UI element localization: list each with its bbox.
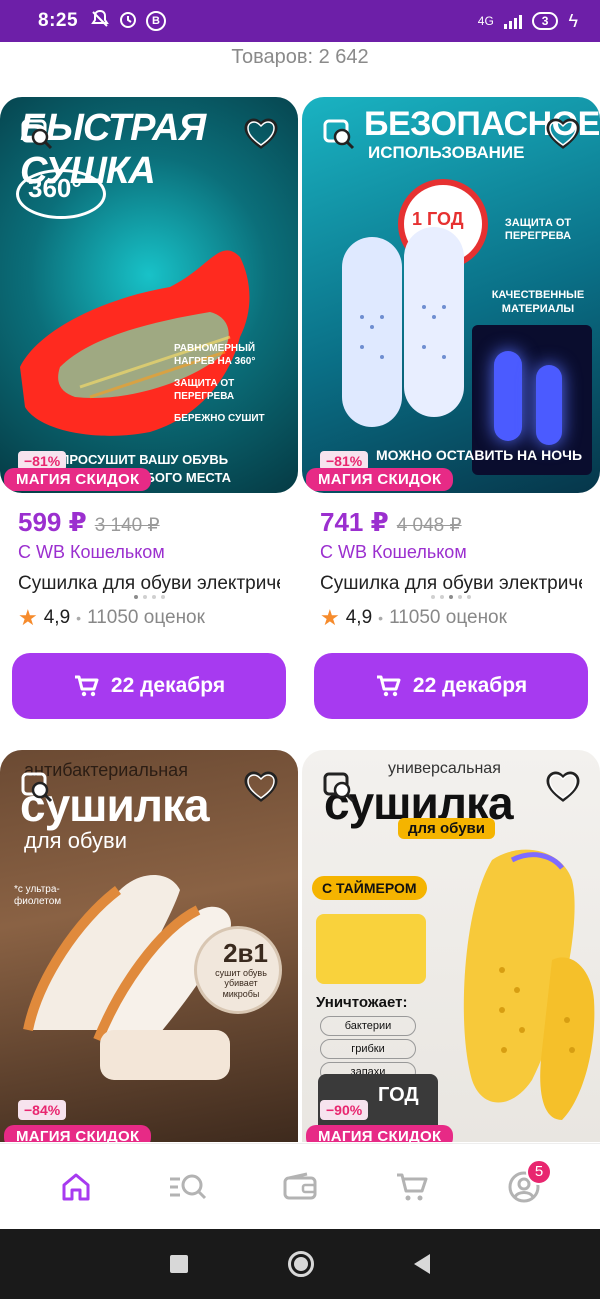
add-to-cart-button[interactable]: 22 декабря (12, 653, 286, 719)
delivery-date: 22 декабря (412, 674, 528, 697)
nav-catalog[interactable] (158, 1157, 218, 1217)
product-name[interactable]: Сушилка для обуви электрическая (302, 573, 582, 595)
reviews-count: 11050 оценок (389, 607, 507, 628)
image-search-icon (323, 772, 355, 803)
system-navigation-bar (0, 1229, 600, 1299)
back-button[interactable] (414, 1254, 430, 1274)
image-kills-label: Уничтожает: (316, 994, 408, 1011)
recents-button[interactable] (170, 1255, 188, 1273)
image-pagination (302, 595, 600, 599)
home-icon (62, 1173, 90, 1200)
nav-home[interactable] (46, 1157, 106, 1217)
nav-profile[interactable]: 5 (494, 1157, 554, 1217)
image-subheadline: ИСПОЛЬЗОВАНИЕ (368, 143, 525, 162)
promo-badge: МАГИЯ СКИДОК (306, 1125, 454, 1142)
discount-badge: −84% (18, 1100, 67, 1120)
promo-badge: МАГИЯ СКИДОК (306, 468, 454, 491)
notification-badge: 5 (526, 1158, 552, 1185)
product-image[interactable]: универсальная сушилка для обуви С ТАЙМЕР… (302, 750, 600, 1142)
favorite-button[interactable] (544, 768, 582, 806)
image-feature: ЗАЩИТА ОТ ПЕРЕГРЕВА (504, 217, 572, 243)
status-time: 8:25 (38, 10, 79, 31)
price: 599 ₽ (18, 507, 87, 537)
nav-cart[interactable] (382, 1157, 442, 1217)
charging-icon: ϟ (568, 10, 578, 31)
product-image[interactable]: антибактериальная сушилка для обуви *с у… (0, 750, 298, 1142)
image-search-icon (21, 772, 53, 803)
app-b-icon: B (146, 11, 167, 31)
rating-value: 4,9 (345, 607, 373, 628)
image-search-icon (21, 119, 53, 150)
discount-badge: −90% (320, 1100, 369, 1120)
bottom-navigation: 5 (0, 1143, 600, 1229)
rating-row: ★ 4,9 • 11050 оценок (320, 605, 507, 630)
heart-icon (546, 118, 580, 149)
image-kill-item: бактерии (320, 1016, 416, 1037)
wallet-label: С WB Кошельком (320, 542, 467, 562)
rating-value: 4,9 (43, 607, 71, 628)
image-feature: КАЧЕСТВЕННЫЕ МАТЕРИАЛЫ (491, 289, 585, 315)
favorite-button[interactable] (242, 115, 280, 153)
product-count: Товаров: 2 642 (231, 46, 369, 68)
image-year: ГОД (378, 1084, 419, 1106)
delivery-date: 22 декабря (110, 674, 226, 697)
product-card[interactable]: БЫСТРАЯ СУШКА 360° РАВНОМЕРНЫЙ НАГРЕВ НА… (0, 97, 298, 719)
image-caption: ПРОСУШИТ ВАШУ ОБУВЬ (60, 452, 229, 467)
heart-icon (244, 771, 278, 802)
heart-icon (244, 118, 278, 149)
image-caption: МОЖНО ОСТАВИТЬ НА НОЧЬ (376, 447, 583, 463)
product-image[interactable]: БЕЗОПАСНОЕ ИСПОЛЬЗОВАНИЕ 1 ГОД ЗАЩИТА ОТ… (302, 97, 600, 493)
battery-icon: 3 (531, 12, 559, 30)
image-badge-text: сушит обувь убивает микробы (215, 968, 267, 999)
image-kill-item: грибки (320, 1039, 416, 1060)
image-search-icon (323, 119, 355, 150)
bell-off-icon (90, 9, 110, 34)
alarm-icon (118, 9, 138, 34)
status-bar: 8:25 B 4G 3 ϟ (0, 0, 600, 42)
image-feature: БЕРЕЖНО СУШИТ (174, 413, 265, 424)
wallet-icon (283, 1172, 317, 1199)
home-button[interactable] (288, 1251, 314, 1277)
add-to-cart-button[interactable]: 22 декабря (314, 653, 588, 719)
promo-badge: МАГИЯ СКИДОК (4, 1125, 152, 1142)
product-name[interactable]: Сушилка для обуви электрическая (0, 573, 280, 595)
image-feature: ЗАЩИТА ОТ ПЕРЕГРЕВА (174, 378, 235, 402)
network-type: 4G (477, 14, 494, 28)
favorite-button[interactable] (242, 768, 280, 806)
similar-search-button[interactable] (320, 115, 358, 153)
heart-icon (546, 771, 580, 802)
image-feature: РАВНОМЕРНЫЙ НАГРЕВ НА 360° (174, 343, 256, 367)
image-badge: С ТАЙМЕРОМ (312, 876, 427, 900)
rating-row: ★ 4,9 • 11050 оценок (18, 605, 205, 630)
product-card[interactable]: универсальная сушилка для обуви С ТАЙМЕР… (302, 750, 600, 1142)
cart-icon (376, 675, 401, 697)
old-price: 3 140 ₽ (94, 515, 160, 536)
image-badge: 2в1 (223, 938, 268, 968)
star-icon: ★ (18, 605, 38, 630)
old-price: 4 048 ₽ (396, 515, 462, 536)
price: 741 ₽ (320, 507, 389, 537)
image-badge: 360° (28, 173, 82, 203)
image-pagination (0, 595, 298, 599)
favorite-button[interactable] (544, 115, 582, 153)
similar-search-button[interactable] (18, 115, 56, 153)
product-image[interactable]: БЫСТРАЯ СУШКА 360° РАВНОМЕРНЫЙ НАГРЕВ НА… (0, 97, 298, 493)
similar-search-button[interactable] (320, 768, 358, 806)
catalog-search-icon (170, 1174, 207, 1199)
promo-badge: МАГИЯ СКИДОК (4, 468, 152, 491)
nav-wallet[interactable] (270, 1157, 330, 1217)
similar-search-button[interactable] (18, 768, 56, 806)
star-icon: ★ (320, 605, 340, 630)
cart-icon (74, 675, 99, 697)
reviews-count: 11050 оценок (87, 607, 205, 628)
wallet-label: С WB Кошельком (18, 542, 165, 562)
product-card[interactable]: БЕЗОПАСНОЕ ИСПОЛЬЗОВАНИЕ 1 ГОД ЗАЩИТА ОТ… (302, 97, 600, 719)
signal-icon (503, 13, 522, 29)
cart-icon (397, 1173, 428, 1200)
product-card[interactable]: антибактериальная сушилка для обуви *с у… (0, 750, 298, 1142)
